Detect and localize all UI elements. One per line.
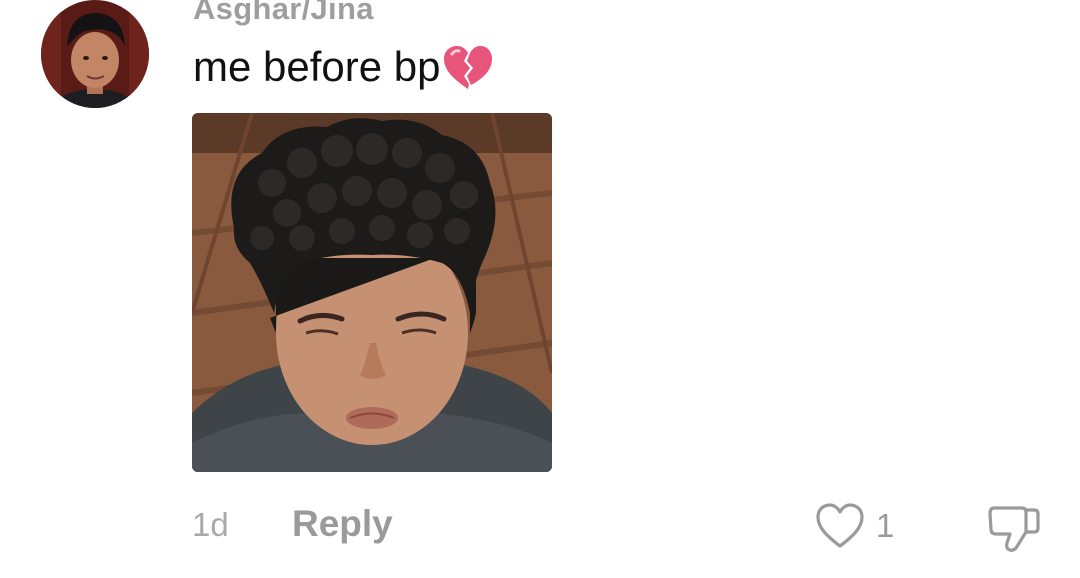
comment-text-body: me before bp xyxy=(193,43,441,90)
comment-photo[interactable] xyxy=(192,113,552,472)
comment-text: me before bp xyxy=(193,42,494,92)
comment-item: Asghar/Jina me before bp 1d Reply 1 xyxy=(0,0,1080,578)
like-button[interactable]: 1 xyxy=(814,502,894,550)
broken-heart-emoji-icon xyxy=(442,44,494,92)
comment-actions: 1d Reply 1 xyxy=(0,500,1080,552)
username[interactable]: Asghar/Jina xyxy=(193,0,374,27)
avatar[interactable] xyxy=(41,0,149,108)
reply-button[interactable]: Reply xyxy=(292,503,393,545)
heart-outline-icon xyxy=(816,503,864,548)
like-count: 1 xyxy=(876,507,895,544)
thumbs-down-outline-icon xyxy=(988,506,1040,552)
dislike-button[interactable] xyxy=(986,502,1042,554)
timestamp: 1d xyxy=(192,506,229,543)
